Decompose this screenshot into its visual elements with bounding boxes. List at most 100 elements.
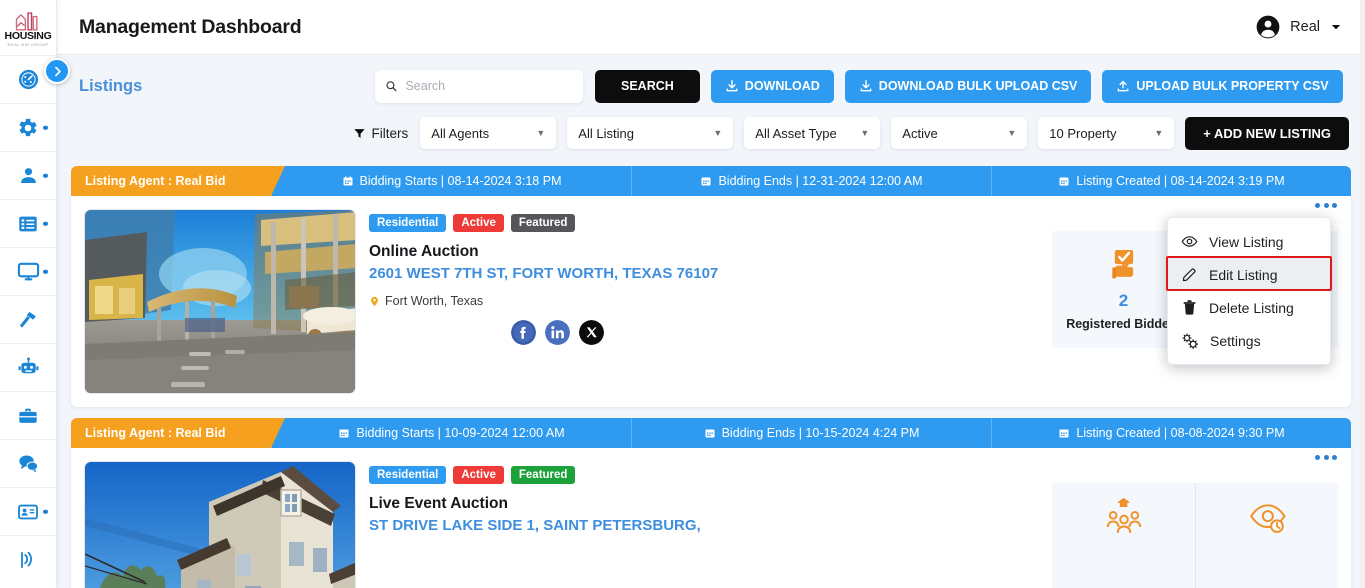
search-box[interactable]: [375, 69, 583, 103]
building-chart-icon: [15, 12, 38, 31]
sidebar-item-messages[interactable]: [0, 439, 57, 487]
main-area: Management Dashboard Real Listings Searc…: [57, 0, 1365, 588]
calendar-icon: [1059, 177, 1069, 186]
listing-location-text: Fort Worth, Texas: [385, 294, 484, 308]
sidebar-toggle-button[interactable]: [44, 58, 70, 84]
filter-count-select[interactable]: 10 Property ▼: [1038, 117, 1175, 149]
sidebar-dot: [43, 269, 48, 274]
listing-body: Residential Active Featured Live Event A…: [71, 448, 1351, 588]
page-scrollbar[interactable]: [1360, 0, 1365, 588]
more-horizontal-icon: [1315, 455, 1320, 460]
badge-active: Active: [453, 214, 504, 232]
listing-address-link[interactable]: ST DRIVE LAKE SIDE 1, SAINT PETERSBURG,: [369, 516, 1039, 535]
upload-icon: [1118, 80, 1129, 92]
x-twitter-icon[interactable]: [579, 320, 604, 345]
sidebar-item-tools[interactable]: [0, 295, 57, 343]
sidebar-item-portfolio[interactable]: [0, 391, 57, 439]
people-house-icon: [1106, 497, 1141, 533]
menu-item-view-listing[interactable]: View Listing: [1168, 225, 1330, 258]
outdoor-shopping-plaza-image: [85, 210, 355, 393]
sidebar-dot: [43, 125, 48, 130]
listing-address-link[interactable]: 2601 WEST 7TH ST, FORT WORTH, TEXAS 7610…: [369, 264, 1039, 283]
brand-logo[interactable]: HOUSING REAL BID GROUP: [0, 0, 57, 55]
filter-status-select[interactable]: Active ▼: [891, 117, 1028, 149]
badge-featured: Featured: [510, 466, 576, 484]
more-horizontal-icon: [1323, 455, 1329, 460]
listing-thumbnail[interactable]: [84, 209, 356, 394]
filter-listing-value: All Listing: [578, 125, 634, 141]
listing-location: Fort Worth, Texas: [369, 294, 1039, 308]
stat-value: 2: [1118, 291, 1129, 310]
bidding-ends-segment: Bidding Ends | 12-31-2024 12:00 AM: [631, 166, 991, 196]
listing-actions-button[interactable]: [1315, 455, 1337, 460]
sidebar-item-automation[interactable]: [0, 343, 57, 391]
listing-thumbnail[interactable]: [84, 461, 356, 588]
sidebar-item-contacts[interactable]: [0, 487, 57, 535]
filter-agents-select[interactable]: All Agents ▼: [420, 117, 557, 149]
menu-item-delete-listing[interactable]: Delete Listing: [1168, 291, 1330, 324]
robot-icon: [18, 357, 38, 374]
upload-bulk-property-csv-button[interactable]: UPLOAD BULK PROPERTY CSV: [1102, 69, 1343, 103]
sidebar-item-broadcast[interactable]: [0, 535, 57, 583]
listing-header: Listing Agent : Real Bid Bidding Starts …: [71, 166, 1351, 196]
filter-status-value: Active: [902, 125, 938, 141]
calendar-icon: [1059, 429, 1069, 438]
brand-name: HOUSING: [4, 30, 52, 42]
download-bulk-csv-label: DOWNLOAD BULK UPLOAD CSV: [878, 79, 1078, 93]
filter-asset-type-select[interactable]: All Asset Type ▼: [744, 117, 881, 149]
filter-agents-value: All Agents: [431, 125, 490, 141]
badge-residential: Residential: [369, 466, 447, 484]
trash-icon: [1183, 300, 1196, 315]
download-button[interactable]: DOWNLOAD: [710, 69, 834, 103]
caret-down-icon: ▼: [713, 128, 723, 138]
search-input[interactable]: [405, 79, 573, 93]
listing-actions-button[interactable]: [1315, 203, 1337, 208]
bidding-ends-text: Bidding Ends | 12-31-2024 12:00 AM: [718, 174, 923, 188]
menu-item-label: Settings: [1210, 332, 1261, 349]
download-bulk-csv-button[interactable]: DOWNLOAD BULK UPLOAD CSV: [844, 69, 1092, 103]
sidebar-item-listings[interactable]: [0, 199, 57, 247]
caret-down-icon: ▼: [860, 128, 870, 138]
download-icon: [860, 80, 872, 92]
filter-listing-select[interactable]: All Listing ▼: [567, 117, 734, 149]
menu-item-label: Delete Listing: [1209, 299, 1294, 316]
download-icon: [726, 80, 738, 92]
calendar-icon: [701, 177, 711, 186]
top-bar: Management Dashboard Real: [57, 0, 1365, 55]
menu-item-label: View Listing: [1209, 233, 1284, 250]
page-title: Management Dashboard: [79, 15, 302, 38]
user-name: Real: [1290, 19, 1320, 35]
more-horizontal-icon: [1332, 455, 1337, 460]
menu-item-label: Edit Listing: [1209, 266, 1278, 283]
hammer-icon: [19, 311, 36, 328]
menu-item-edit-listing[interactable]: Edit Listing: [1168, 258, 1330, 291]
caret-down-icon: ▼: [1154, 128, 1164, 138]
listing-card: Listing Agent : Real Bid Bidding Starts …: [71, 166, 1351, 407]
sidebar-nav: [0, 55, 57, 583]
menu-item-settings[interactable]: Settings: [1168, 324, 1330, 357]
content-area: Listings SEARCH DOWNLOAD: [57, 55, 1365, 588]
download-button-label: DOWNLOAD: [744, 79, 820, 93]
pencil-icon: [1182, 268, 1196, 282]
add-new-listing-button[interactable]: + ADD NEW LISTING: [1185, 116, 1349, 150]
bidding-starts-text: Bidding Starts | 08-14-2024 3:18 PM: [359, 174, 562, 188]
funnel-icon: [353, 128, 365, 138]
listing-agent-tab: Listing Agent : Real Bid: [71, 418, 285, 448]
calendar-icon: [343, 176, 352, 186]
speedometer-icon: [18, 69, 38, 90]
user-menu[interactable]: Real: [1255, 14, 1343, 40]
listing-actions-menu: View Listing Edit Listing Delete Listing…: [1166, 217, 1332, 365]
sidebar-item-settings[interactable]: [0, 103, 57, 151]
sidebar-item-monitor[interactable]: [0, 247, 57, 295]
bidding-starts-text: Bidding Starts | 10-09-2024 12:00 AM: [356, 426, 565, 440]
sidebar-dot: [43, 221, 48, 226]
listing-info: Residential Active Featured Online Aucti…: [369, 209, 1039, 394]
badge-featured: Featured: [510, 214, 576, 232]
listing-card: Listing Agent : Real Bid Bidding Starts …: [71, 418, 1351, 588]
facebook-icon[interactable]: [511, 320, 536, 345]
filters-label: Filters: [371, 125, 409, 141]
stat-views: [1195, 483, 1338, 588]
linkedin-icon[interactable]: [545, 320, 570, 345]
search-button[interactable]: SEARCH: [595, 69, 700, 103]
sidebar-item-users[interactable]: [0, 151, 57, 199]
